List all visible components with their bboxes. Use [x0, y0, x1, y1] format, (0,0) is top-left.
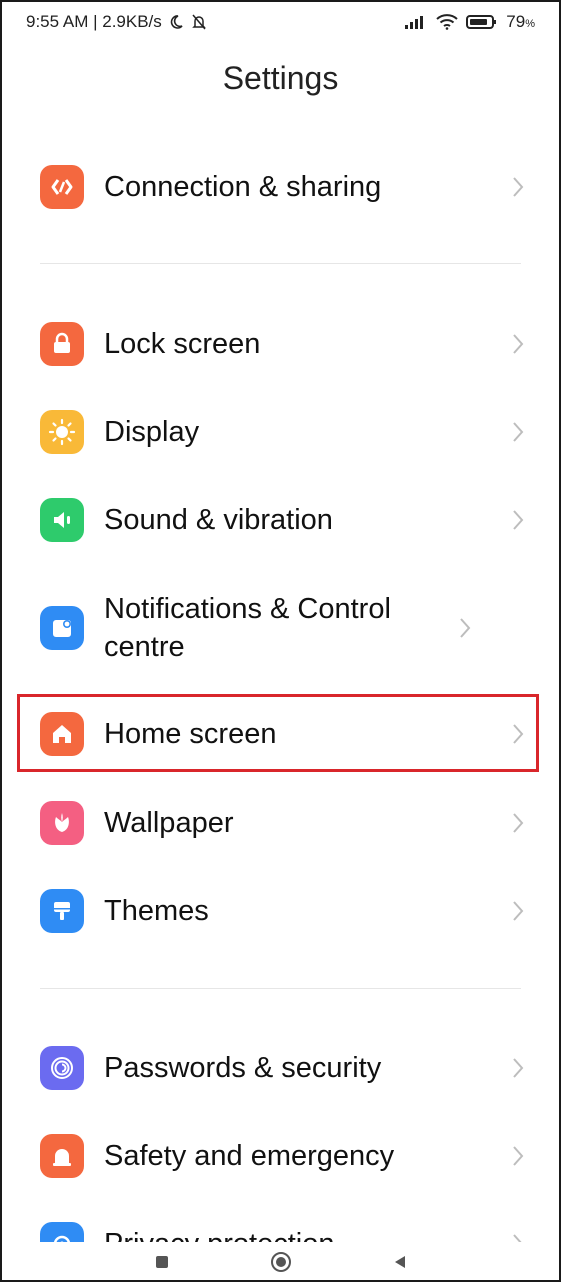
- chevron-right-icon: [507, 333, 529, 355]
- settings-item-home-screen[interactable]: Home screen: [18, 712, 539, 756]
- settings-item-connection-sharing[interactable]: Connection & sharing: [18, 165, 539, 209]
- settings-item-label: Lock screen: [104, 328, 261, 360]
- settings-item-sound-vibration[interactable]: Sound & vibration: [18, 498, 539, 542]
- settings-item-label: Home screen: [104, 718, 277, 750]
- back-button-icon[interactable]: [392, 1254, 408, 1270]
- settings-item-label: Display: [104, 416, 200, 448]
- status-bar: 9:55 AM | 2.9KB/s 79%: [26, 8, 535, 36]
- settings-item-display[interactable]: Display: [18, 410, 539, 454]
- chevron-right-icon: [507, 1057, 529, 1079]
- settings-item-label: Notifications & Control centre: [104, 593, 391, 663]
- settings-item-label: Sound & vibration: [104, 504, 333, 536]
- recents-button-icon[interactable]: [154, 1254, 170, 1270]
- speaker-icon: [40, 498, 84, 542]
- section-divider: [40, 988, 521, 989]
- mute-bell-icon: [191, 14, 206, 30]
- chevron-right-icon: [507, 509, 529, 531]
- navigation-bar: [0, 1242, 561, 1282]
- flower-icon: [40, 801, 84, 845]
- wifi-icon: [436, 14, 458, 30]
- chevron-right-icon: [507, 812, 529, 834]
- settings-item-notifications-control-centre[interactable]: Notifications & Control centre: [18, 590, 539, 666]
- home-icon: [40, 712, 84, 756]
- settings-item-themes[interactable]: Themes: [18, 889, 539, 933]
- brush-icon: [40, 889, 84, 933]
- home-button-icon[interactable]: [270, 1251, 292, 1273]
- chevron-right-icon: [507, 421, 529, 443]
- signal-icon: [405, 16, 424, 29]
- status-time-speed: 9:55 AM | 2.9KB/s: [26, 12, 162, 31]
- settings-item-lock-screen[interactable]: Lock screen: [18, 322, 539, 366]
- chevron-right-icon: [507, 900, 529, 922]
- fingerprint-icon: [40, 1046, 84, 1090]
- emergency-icon: [40, 1134, 84, 1178]
- settings-item-passwords-security[interactable]: Passwords & security: [18, 1046, 539, 1090]
- moon-icon: [170, 15, 183, 29]
- chevron-right-icon: [507, 1145, 529, 1167]
- battery-icon: [466, 15, 497, 29]
- settings-item-wallpaper[interactable]: Wallpaper: [18, 801, 539, 845]
- section-divider: [40, 263, 521, 264]
- settings-item-label: Themes: [104, 895, 209, 927]
- chevron-right-icon: [507, 723, 529, 745]
- battery-percent: 79%: [506, 12, 535, 31]
- settings-item-label: Safety and emergency: [104, 1140, 395, 1172]
- settings-item-label: Passwords & security: [104, 1052, 382, 1084]
- sun-icon: [40, 410, 84, 454]
- page-title: Settings: [222, 60, 339, 96]
- chevron-right-icon: [507, 176, 529, 198]
- chevron-right-icon: [454, 617, 476, 639]
- settings-item-label: Wallpaper: [104, 807, 234, 839]
- lock-icon: [40, 322, 84, 366]
- settings-item-label: Connection & sharing: [104, 171, 382, 203]
- settings-item-safety-emergency[interactable]: Safety and emergency: [18, 1134, 539, 1178]
- connection-sharing-icon: [40, 165, 84, 209]
- notifications-icon: [40, 606, 84, 650]
